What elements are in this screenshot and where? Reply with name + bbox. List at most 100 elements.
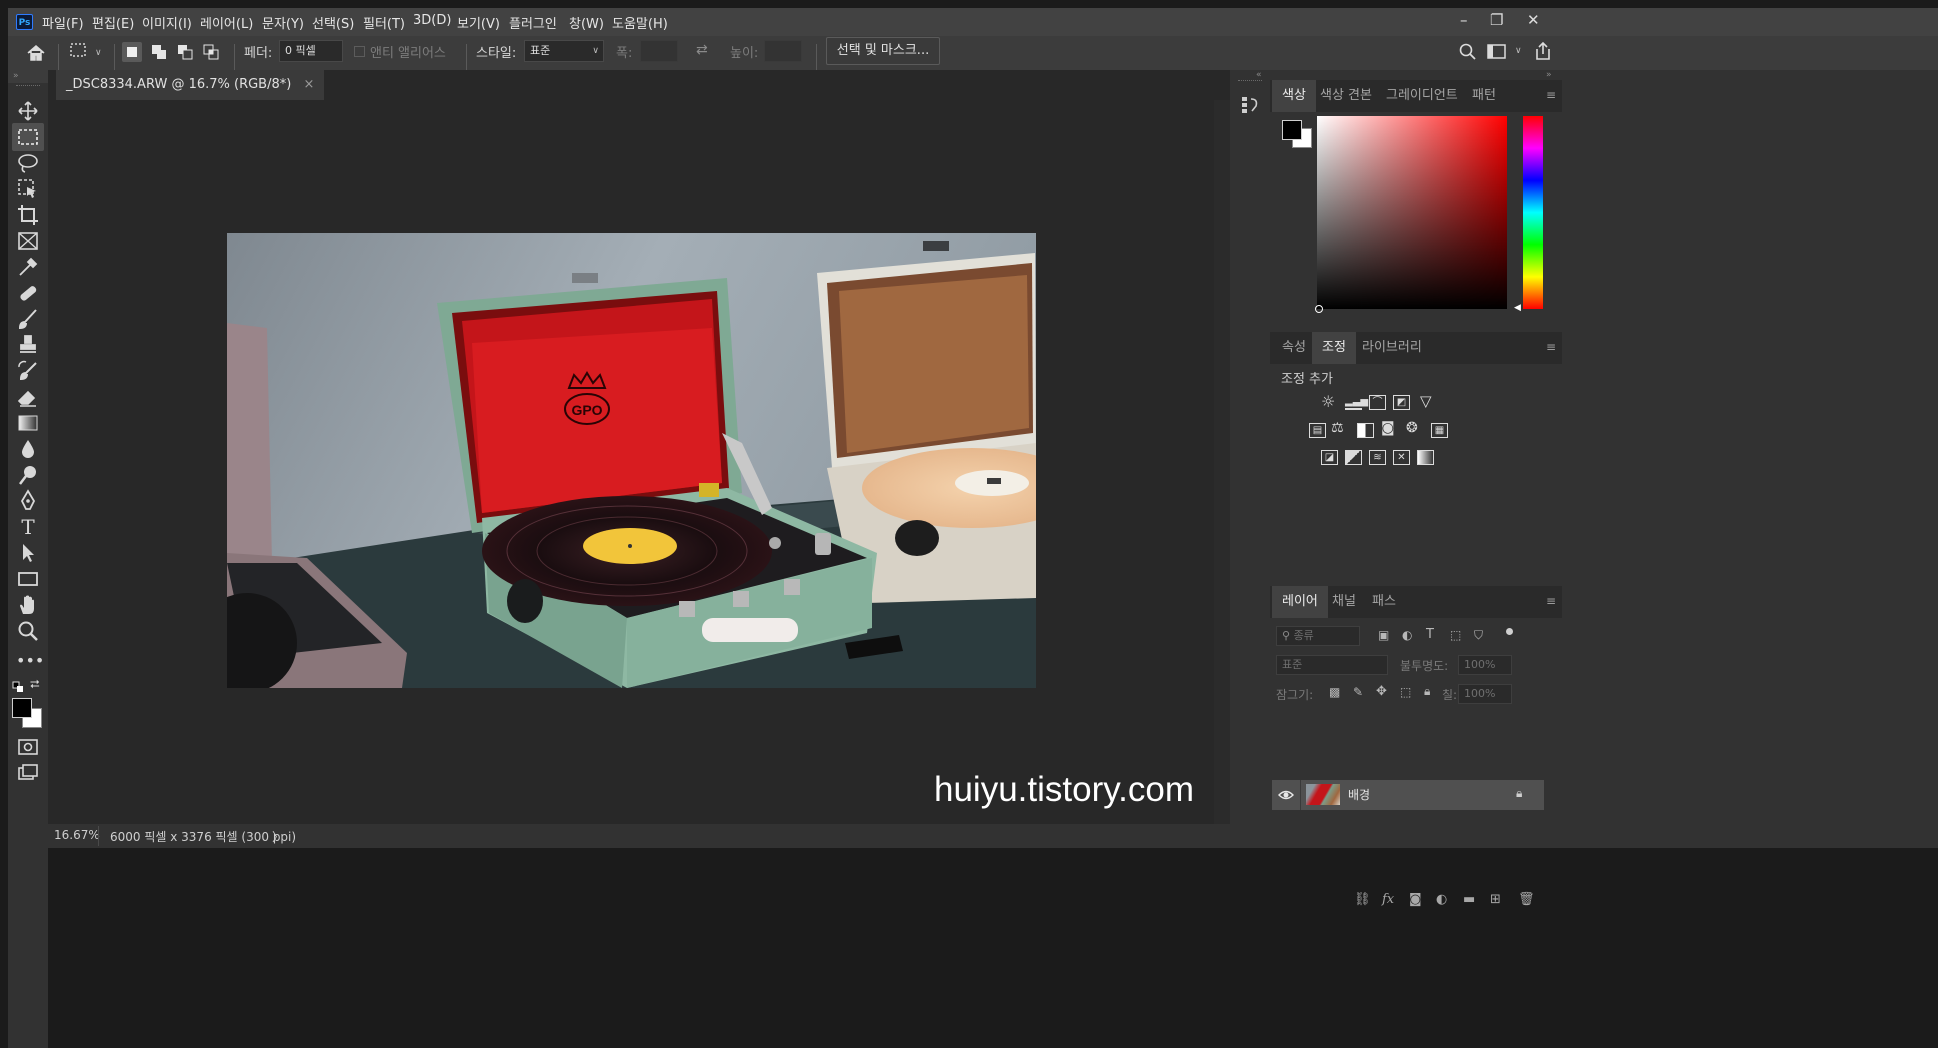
- path-selection-tool-icon[interactable]: [16, 541, 40, 565]
- new-adjustment-layer-icon[interactable]: ◐: [1436, 892, 1447, 907]
- tab-layers[interactable]: 레이어: [1272, 586, 1328, 618]
- menu-plugins[interactable]: 플러그인: [509, 13, 557, 32]
- adjustment-filter-icon[interactable]: ◐: [1402, 628, 1412, 642]
- opacity-input[interactable]: 100%: [1458, 655, 1512, 675]
- pen-tool-icon[interactable]: [16, 489, 40, 513]
- exposure-icon[interactable]: ◩: [1393, 395, 1410, 410]
- pixel-filter-icon[interactable]: ▣: [1378, 628, 1389, 642]
- blur-tool-icon[interactable]: [16, 437, 40, 461]
- minimize-button[interactable]: –: [1460, 11, 1468, 29]
- delete-layer-icon[interactable]: 🗑︎: [1518, 892, 1535, 907]
- lock-all-icon[interactable]: 🔒︎: [1424, 684, 1430, 699]
- filter-toggle-icon[interactable]: [1506, 628, 1513, 635]
- hue-slider-handle[interactable]: ◀: [1514, 303, 1521, 313]
- object-selection-tool-icon[interactable]: [16, 177, 40, 201]
- tab-swatches[interactable]: 색상 견본: [1310, 80, 1382, 112]
- panel-menu-icon[interactable]: ≡: [1546, 88, 1556, 102]
- fill-input[interactable]: 100%: [1458, 684, 1512, 704]
- layer-name[interactable]: 배경: [1348, 786, 1370, 803]
- type-filter-icon[interactable]: T: [1426, 627, 1434, 642]
- crop-tool-icon[interactable]: [16, 203, 40, 227]
- menu-image[interactable]: 이미지(I): [142, 13, 192, 32]
- marquee-preset-icon[interactable]: [70, 43, 86, 57]
- photo-filter-icon[interactable]: ◙: [1381, 420, 1395, 436]
- panel-menu-icon[interactable]: ≡: [1546, 594, 1556, 608]
- collapse-icon[interactable]: »: [1546, 70, 1552, 80]
- clone-stamp-tool-icon[interactable]: [16, 333, 40, 357]
- status-menu-arrow[interactable]: 〉: [272, 828, 284, 845]
- panel-menu-icon[interactable]: ≡: [1546, 340, 1556, 354]
- lock-transparent-icon[interactable]: ▩: [1329, 685, 1340, 699]
- tab-paths[interactable]: 패스: [1362, 586, 1406, 618]
- workspace-icon[interactable]: [1487, 44, 1507, 60]
- brightness-contrast-icon[interactable]: ☼: [1321, 392, 1335, 411]
- menu-type[interactable]: 문자(Y): [262, 13, 304, 32]
- vibrance-icon[interactable]: ▽: [1420, 392, 1432, 410]
- threshold-icon[interactable]: ≋: [1369, 450, 1386, 465]
- subtract-selection-icon[interactable]: [176, 43, 194, 61]
- add-mask-icon[interactable]: ◙: [1409, 892, 1422, 907]
- quick-mask-icon[interactable]: [16, 735, 40, 759]
- levels-icon[interactable]: ▂▃▅: [1345, 395, 1368, 410]
- foreground-color-swatch[interactable]: [12, 698, 32, 718]
- hue-saturation-icon[interactable]: ▤: [1309, 423, 1326, 438]
- menu-filter[interactable]: 필터(T): [363, 13, 405, 32]
- shape-filter-icon[interactable]: ⬚: [1450, 628, 1461, 642]
- feather-input[interactable]: 0 픽셀: [279, 40, 343, 62]
- color-balance-icon[interactable]: ⚖: [1331, 420, 1344, 436]
- posterize-icon[interactable]: [1345, 450, 1362, 465]
- type-tool-icon[interactable]: T: [16, 515, 40, 539]
- menu-file[interactable]: 파일(F): [42, 13, 84, 32]
- lock-artboard-icon[interactable]: ⬚: [1400, 685, 1411, 699]
- swap-icon[interactable]: ⇄: [696, 42, 708, 58]
- screen-mode-icon[interactable]: [16, 761, 40, 785]
- eyedropper-tool-icon[interactable]: [16, 255, 40, 279]
- move-tool-icon[interactable]: [16, 99, 40, 123]
- antialias-checkbox[interactable]: [354, 46, 365, 57]
- menu-3d[interactable]: 3D(D): [413, 13, 451, 28]
- add-selection-icon[interactable]: [150, 43, 168, 61]
- layer-row[interactable]: 배경 🔒︎: [1272, 780, 1544, 810]
- default-colors-icon[interactable]: [12, 681, 24, 693]
- close-window-button[interactable]: ✕: [1527, 11, 1540, 29]
- width-input[interactable]: [640, 40, 678, 62]
- new-group-icon[interactable]: ▬: [1463, 892, 1475, 907]
- chevron-down-icon[interactable]: ∨: [95, 48, 102, 58]
- layer-style-icon[interactable]: fx: [1382, 892, 1394, 907]
- gradient-map-icon[interactable]: [1417, 450, 1434, 465]
- menu-layer[interactable]: 레이어(L): [200, 13, 253, 32]
- eye-icon[interactable]: [1278, 789, 1294, 801]
- tab-gradients[interactable]: 그레이디언트: [1376, 80, 1468, 112]
- style-select[interactable]: 표준 ∨: [524, 40, 604, 62]
- intersect-selection-icon[interactable]: [202, 43, 220, 61]
- channel-mixer-icon[interactable]: ❂: [1406, 420, 1418, 436]
- select-and-mask-button[interactable]: 선택 및 마스크...: [826, 37, 940, 65]
- color-picker-handle[interactable]: [1315, 305, 1323, 313]
- tab-channels[interactable]: 채널: [1322, 586, 1366, 618]
- link-layers-icon[interactable]: ⛓: [1354, 892, 1371, 907]
- collapse-icon[interactable]: «: [1256, 70, 1262, 80]
- rectangular-marquee-tool-icon[interactable]: [16, 125, 40, 149]
- black-white-icon[interactable]: [1357, 423, 1374, 438]
- height-input[interactable]: [764, 40, 802, 62]
- healing-brush-tool-icon[interactable]: [16, 281, 40, 305]
- history-brush-tool-icon[interactable]: [16, 359, 40, 383]
- collapse-icon[interactable]: »: [13, 71, 19, 81]
- hand-tool-icon[interactable]: [16, 593, 40, 617]
- lock-position-icon[interactable]: ✥: [1376, 684, 1387, 699]
- zoom-tool-icon[interactable]: [16, 619, 40, 643]
- color-field[interactable]: [1317, 116, 1507, 309]
- chevron-down-icon[interactable]: ∨: [1515, 46, 1522, 56]
- blend-mode-select[interactable]: 표준: [1276, 655, 1388, 675]
- menu-select[interactable]: 선택(S): [312, 13, 354, 32]
- rectangle-tool-icon[interactable]: [16, 567, 40, 591]
- menu-window[interactable]: 창(W): [569, 13, 604, 32]
- dodge-tool-icon[interactable]: [16, 463, 40, 487]
- home-icon[interactable]: [26, 44, 46, 62]
- tab-adjustments[interactable]: 조정: [1312, 332, 1356, 364]
- history-panel-icon[interactable]: [1240, 94, 1260, 114]
- gradient-tool-icon[interactable]: [16, 411, 40, 435]
- tab-patterns[interactable]: 패턴: [1462, 80, 1506, 112]
- smart-object-filter-icon[interactable]: ⛉: [1474, 628, 1483, 643]
- color-lookup-icon[interactable]: ▦: [1431, 423, 1448, 438]
